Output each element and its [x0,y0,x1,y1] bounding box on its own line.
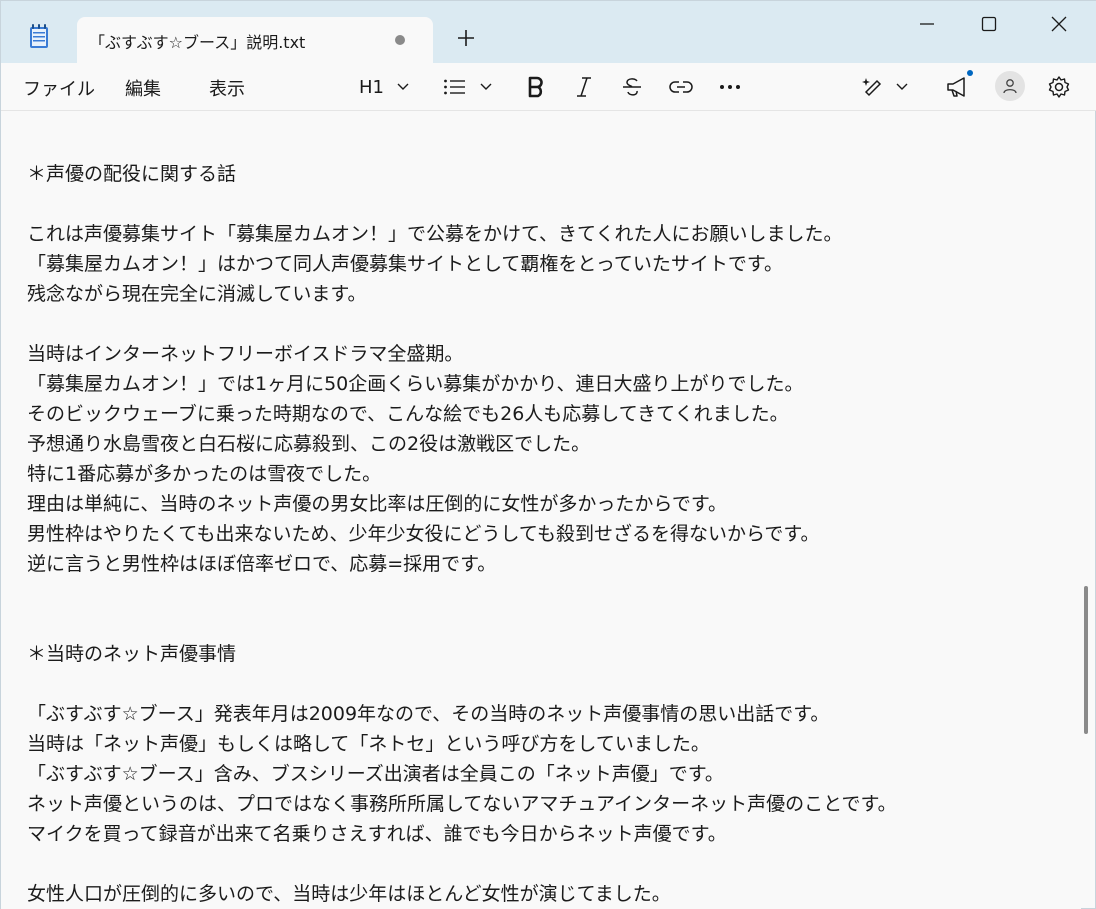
text-line: 「ぶすぶす☆ブース」含み、ブスシリーズ出演者は全員この「ネット声優」です。 [27,763,724,785]
text-line: 男性枠はやりたくても出来ないため、少年少女役にどうしても殺到せざるを得ないからで… [27,523,820,545]
minimize-button[interactable] [905,9,949,39]
maximize-icon [981,16,997,32]
heading-level-label: H1 [359,76,384,98]
tab-title: 「ぶすぶす☆ブース」説明.txt [89,33,306,52]
more-icon [720,85,740,89]
close-button[interactable] [1037,9,1081,39]
menu-toolbar: ファイル 編集 表示 H1 [1,63,1096,111]
bold-button[interactable] [527,73,545,101]
text-line: 当時は「ネット声優」もしくは略して「ネトセ」という呼び方をしていました。 [27,733,710,755]
copilot-rewrite-dropdown[interactable] [861,73,909,101]
gear-icon [1048,76,1070,98]
more-options-button[interactable] [719,73,741,101]
chevron-down-icon [397,83,409,90]
text-line: 女性人口が圧倒的に多いので、当時は少年はほとんど女性が演じてました。 [27,883,671,905]
notification-badge [967,70,973,76]
bulleted-list-icon [444,79,465,95]
close-icon [1051,16,1067,32]
bold-icon [528,76,543,98]
text-line: 「募集屋カムオン！」はかつて同人声優募集サイトとして覇権をとっていたサイトです。 [27,253,784,275]
document-tab[interactable]: 「ぶすぶす☆ブース」説明.txt [77,17,433,63]
pen-sparkle-icon [862,78,882,97]
text-line: マイクを買って録音が出来て名乗りさえすれば、誰でも今日からネット声優です。 [27,823,727,845]
text-line: 残念ながら現在完全に消滅しています。 [27,283,367,305]
new-tab-button[interactable] [453,25,479,51]
notepad-app-icon [29,23,49,49]
notepad-window: 「ぶすぶす☆ブース」説明.txt ファイル 編集 表示 H1 ＊声優の配役に関す… [0,0,1096,909]
text-line: ＊当時のネット声優事情 [27,643,237,665]
unsaved-indicator-icon[interactable] [395,35,405,45]
maximize-button[interactable] [967,9,1011,39]
text-line: 特に1番応募が多かったのは雪夜でした。 [27,463,382,485]
person-icon [1003,79,1017,94]
account-avatar-button[interactable] [995,71,1025,101]
text-line: ＊声優の配役に関する話 [27,163,237,185]
chevron-down-icon [480,83,492,90]
text-line: 理由は単純に、当時のネット声優の男女比率は圧倒的に女性が多かったからです。 [27,493,727,515]
strikethrough-icon [623,78,641,96]
chevron-down-icon [896,83,908,90]
menu-edit[interactable]: 編集 [125,75,161,101]
heading-dropdown[interactable]: H1 [359,73,410,101]
text-line: これは声優募集サイト「募集屋カムオン！」で公募をかけて、きてくれた人にお願いしま… [27,223,843,245]
list-dropdown[interactable] [443,73,493,101]
strikethrough-button[interactable] [621,73,643,101]
text-line: 「募集屋カムオン！」では1ヶ月に50企画くらい募集がかかり、連日大盛り上がりでし… [27,373,804,395]
text-line: ネット声優というのは、プロではなく事務所所属してないアマチュアインターネット声優… [27,793,897,815]
megaphone-icon [947,77,965,97]
plus-icon [458,30,474,46]
italic-button[interactable] [575,73,593,101]
vertical-scrollbar[interactable] [1081,112,1095,909]
minimize-icon [920,23,934,25]
settings-button[interactable] [1047,73,1071,101]
italic-icon [577,77,591,97]
menu-file[interactable]: ファイル [23,75,95,101]
text-line: そのビックウェーブに乗った時期なので、こんな絵でも26人も応募してきてくれました… [27,403,789,425]
text-line: 「ぶすぶす☆ブース」発表年月は2009年なので、その当時のネット声優事情の思い出… [27,703,830,725]
text-line: 予想通り水島雪夜と白石桜に応募殺到、この2役は激戦区でした。 [27,433,591,455]
title-bar: 「ぶすぶす☆ブース」説明.txt [1,1,1096,63]
link-icon [669,81,693,93]
menu-view[interactable]: 表示 [209,75,245,101]
scrollbar-thumb[interactable] [1084,586,1088,734]
text-editor[interactable]: ＊声優の配役に関する話これは声優募集サイト「募集屋カムオン！」で公募をかけて、き… [1,112,1081,909]
text-line: 当時はインターネットフリーボイスドラマ全盛期。 [27,343,464,365]
announcements-button[interactable] [945,73,971,101]
link-button[interactable] [669,73,693,101]
text-line: 逆に言うと男性枠はほぼ倍率ゼロで、応募=採用です。 [27,553,497,575]
